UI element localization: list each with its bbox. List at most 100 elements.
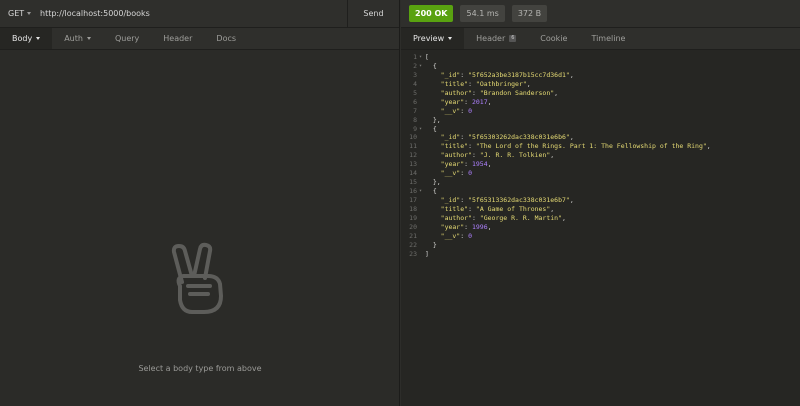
code-text: "year": 1996, — [440, 222, 492, 231]
code-line: 1 ▾[ — [401, 53, 800, 62]
line-number: 15 — [409, 178, 417, 187]
response-time: 54.1 ms — [460, 5, 505, 22]
tab-timeline[interactable]: Timeline — [579, 28, 637, 49]
code-line: 15 }, — [401, 178, 800, 187]
code-text: }, — [425, 115, 441, 124]
line-number: 11 — [409, 142, 417, 151]
code-text: } — [425, 240, 437, 249]
code-text: "year": 1954, — [440, 160, 492, 169]
code-line: 6 "year": 2017, — [401, 98, 800, 107]
empty-body-message: Select a body type from above — [138, 364, 262, 373]
code-text: "year": 2017, — [440, 97, 492, 106]
line-number: 16 — [409, 187, 417, 196]
line-number: 21 — [409, 231, 417, 240]
line-number: 18 — [409, 204, 417, 213]
code-text: { — [425, 124, 437, 133]
tab-response-header[interactable]: Header 6 — [464, 28, 528, 49]
code-text: "_id": "5f65313362dac338c031e6b7", — [440, 196, 574, 204]
code-line: 11 "title": "The Lord of the Rings. Part… — [401, 142, 800, 151]
code-line: 18 "title": "A Game of Thrones", — [401, 205, 800, 214]
code-line: 23] — [401, 250, 800, 259]
code-line: 19 "author": "George R. R. Martin", — [401, 214, 800, 223]
code-line: 14 "__v": 0 — [401, 169, 800, 178]
tab-label: Docs — [216, 34, 237, 43]
line-number: 14 — [409, 169, 417, 178]
tab-label: Cookie — [540, 34, 568, 43]
line-number: 9 — [413, 124, 417, 133]
peace-hand-icon — [171, 242, 223, 314]
tab-auth[interactable]: Auth — [52, 28, 103, 49]
tab-label: Header — [163, 34, 193, 43]
line-number: 22 — [409, 240, 417, 249]
line-number: 12 — [409, 151, 417, 160]
tab-label: Auth — [64, 34, 83, 43]
line-number: 10 — [409, 133, 417, 142]
send-button[interactable]: Send — [347, 0, 399, 28]
code-text: "__v": 0 — [440, 169, 472, 178]
code-text: [ — [425, 53, 429, 61]
tab-query[interactable]: Query — [103, 28, 151, 49]
tab-body[interactable]: Body — [0, 28, 53, 49]
line-number: 4 — [413, 79, 417, 88]
code-line: 3 "_id": "5f652a3be3187b15cc7d36d1", — [401, 71, 800, 80]
tab-label: Timeline — [591, 34, 626, 43]
tab-docs[interactable]: Docs — [204, 28, 248, 49]
method-label: GET — [8, 9, 25, 18]
status-badge: 200 OK — [409, 5, 454, 22]
chevron-down-icon — [86, 37, 91, 40]
code-line: 8 }, — [401, 116, 800, 125]
code-line: 22 } — [401, 241, 800, 250]
line-number: 6 — [413, 97, 417, 106]
code-text: "title": "Oathbringer", — [440, 79, 531, 88]
response-json-viewer[interactable]: 1 ▾[2 ▾ {3 "_id": "5f652a3be3187b15cc7d36d… — [401, 51, 800, 259]
code-text: "__v": 0 — [440, 231, 472, 240]
code-line: 9 ▾ { — [401, 125, 800, 134]
code-line: 21 "__v": 0 — [401, 232, 800, 241]
tab-cookie[interactable]: Cookie — [528, 28, 579, 49]
code-text: "__v": 0 — [440, 106, 472, 115]
code-line: 20 "year": 1996, — [401, 223, 800, 232]
code-line: 4 "title": "Oathbringer", — [401, 80, 800, 89]
tab-header[interactable]: Header — [151, 28, 204, 49]
tab-label: Preview — [413, 34, 445, 43]
code-line: 13 "year": 1954, — [401, 160, 800, 169]
line-number: 20 — [409, 222, 417, 231]
line-number: 13 — [409, 160, 417, 169]
code-line: 5 "author": "Brandon Sanderson", — [401, 89, 800, 98]
code-text: "author": "Brandon Sanderson", — [440, 88, 559, 97]
method-select[interactable]: GET — [0, 9, 36, 18]
code-line: 12 "author": "J. R. R. Tolkien", — [401, 151, 800, 160]
code-text: "title": "The Lord of the Rings. Part 1:… — [440, 142, 711, 151]
chevron-down-icon — [448, 37, 453, 40]
line-number: 7 — [413, 106, 417, 115]
code-line: 2 ▾ { — [401, 62, 800, 71]
line-number: 17 — [409, 196, 417, 204]
line-number: 2 — [413, 61, 417, 70]
line-number: 19 — [409, 213, 417, 222]
code-text: { — [425, 61, 437, 70]
tab-label: Query — [114, 34, 140, 43]
code-text: "title": "A Game of Thrones", — [440, 204, 555, 213]
code-text: "author": "J. R. R. Tolkien", — [440, 151, 555, 160]
code-text: }, — [425, 178, 441, 187]
response-tabs: Preview Header 6 Cookie Timeline — [401, 28, 800, 50]
request-tabs: Body Auth Query Header Docs — [0, 28, 399, 50]
tab-label: Header — [476, 34, 506, 43]
url-bar: GET http://localhost:5000/books Send — [0, 0, 399, 28]
tab-preview[interactable]: Preview — [401, 28, 465, 49]
line-number: 8 — [413, 115, 417, 124]
code-text: "_id": "5f65303262dac338c031e6b6", — [440, 133, 574, 142]
url-input[interactable]: http://localhost:5000/books — [36, 9, 347, 18]
code-line: 10 "_id": "5f65303262dac338c031e6b6", — [401, 133, 800, 142]
line-number: 1 — [413, 53, 417, 61]
header-count-badge: 6 — [509, 35, 517, 42]
code-line: 7 "__v": 0 — [401, 107, 800, 116]
line-number: 3 — [413, 70, 417, 79]
code-line: 17 "_id": "5f65313362dac338c031e6b7", — [401, 196, 800, 205]
code-text: "_id": "5f652a3be3187b15cc7d36d1", — [440, 70, 574, 79]
code-text: "author": "George R. R. Martin", — [440, 213, 566, 222]
code-line: 16 ▾ { — [401, 187, 800, 196]
code-text: { — [425, 187, 437, 196]
request-pane: GET http://localhost:5000/books Send Bod… — [0, 0, 400, 406]
response-pane: 200 OK 54.1 ms 372 B Preview Header 6 Co… — [401, 0, 800, 406]
